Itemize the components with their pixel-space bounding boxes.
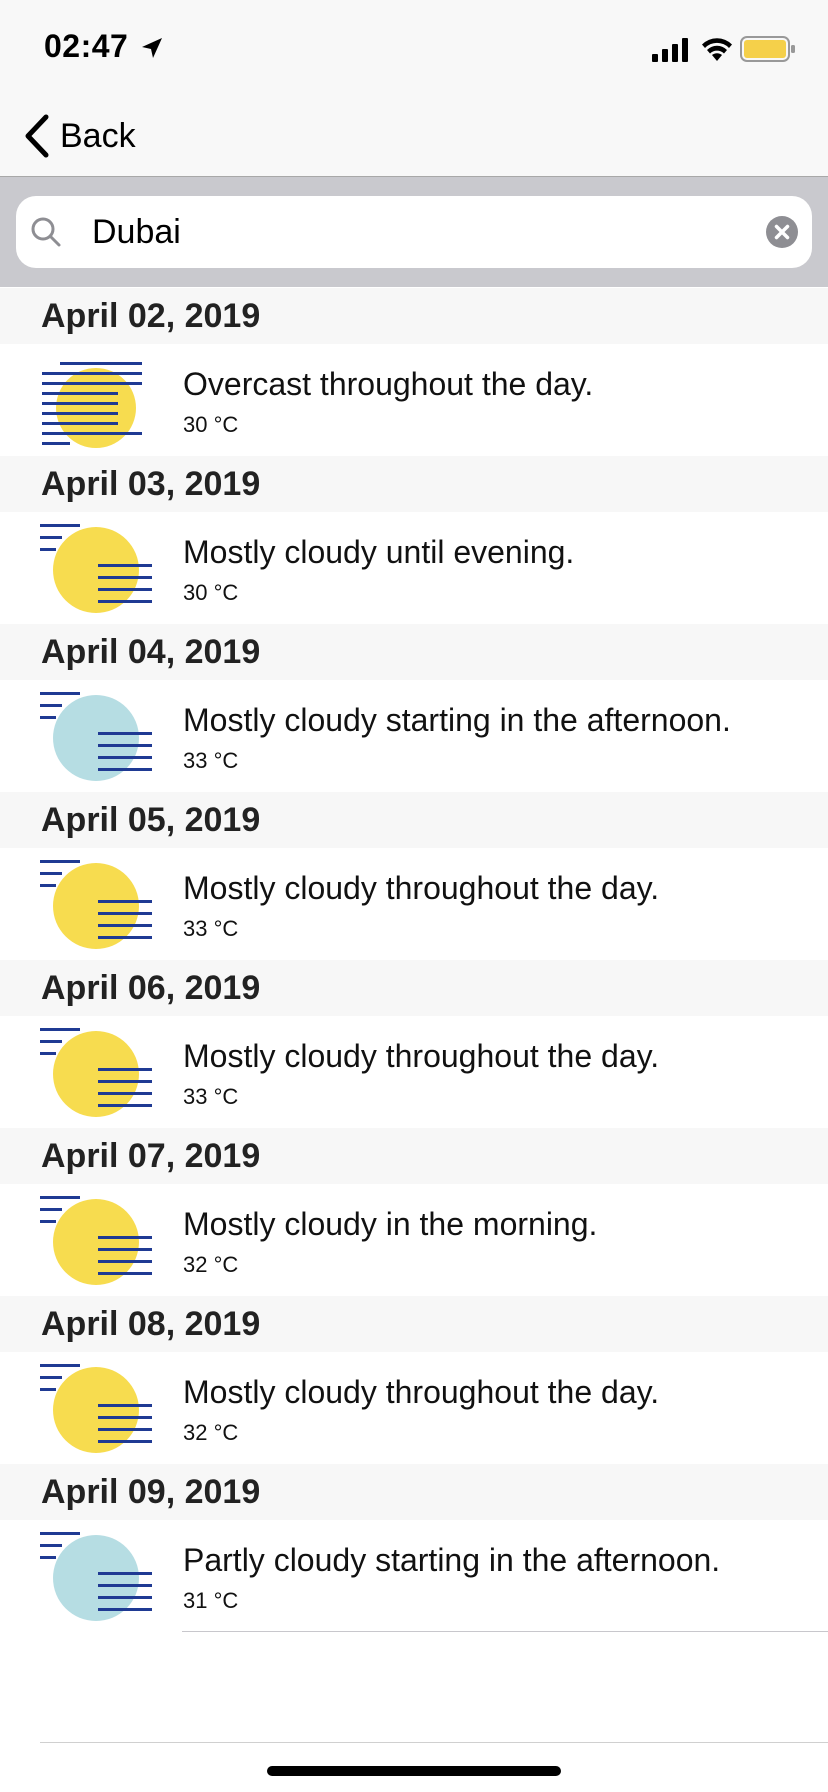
- forecast-summary: Overcast throughout the day.: [183, 366, 594, 402]
- section-header-date: April 02, 2019: [0, 288, 828, 344]
- status-bar: 02:47: [0, 0, 828, 100]
- row-separator: [182, 1631, 828, 1632]
- wifi-icon: [702, 38, 732, 61]
- home-indicator[interactable]: [267, 1766, 561, 1776]
- forecast-temperature: 30 °C: [183, 580, 239, 605]
- magnifier-icon: [31, 217, 61, 247]
- forecast-temperature: 32 °C: [183, 1252, 239, 1277]
- forecast-row[interactable]: Partly cloudy starting in the afternoon.…: [0, 1520, 828, 1632]
- forecast-temperature: 30 °C: [183, 412, 239, 437]
- forecast-temperature: 31 °C: [183, 1588, 239, 1613]
- section-header-date: April 05, 2019: [0, 792, 828, 848]
- location-arrow-icon: [142, 38, 162, 58]
- forecast-summary: Mostly cloudy throughout the day.: [183, 1374, 660, 1410]
- forecast-temperature: 33 °C: [183, 916, 239, 941]
- search-input[interactable]: [76, 208, 752, 256]
- partly-cloudy-night-icon: [40, 1532, 152, 1621]
- forecast-summary: Mostly cloudy until evening.: [183, 534, 575, 570]
- forecast-list: April 02, 2019 Overcast throughout the d…: [0, 288, 828, 1632]
- forecast-summary: Mostly cloudy starting in the afternoon.: [183, 702, 731, 738]
- partly-sunny-icon: [40, 1196, 152, 1285]
- forecast-row[interactable]: Mostly cloudy until evening. 30 °C: [0, 512, 828, 624]
- forecast-row[interactable]: Mostly cloudy throughout the day. 33 °C: [0, 1016, 828, 1128]
- forecast-row[interactable]: Mostly cloudy starting in the afternoon.…: [0, 680, 828, 792]
- chevron-left-icon: [25, 114, 49, 158]
- search-field[interactable]: [16, 196, 812, 268]
- partly-cloudy-night-icon: [40, 692, 152, 781]
- section-header-date: April 07, 2019: [0, 1128, 828, 1184]
- search-bar: [0, 177, 828, 287]
- forecast-temperature: 32 °C: [183, 1420, 239, 1445]
- partly-sunny-icon: [40, 1364, 152, 1453]
- section-header-date: April 08, 2019: [0, 1296, 828, 1352]
- forecast-summary: Mostly cloudy throughout the day.: [183, 1038, 660, 1074]
- forecast-temperature: 33 °C: [183, 748, 239, 773]
- forecast-row[interactable]: Mostly cloudy throughout the day. 32 °C: [0, 1352, 828, 1464]
- partly-sunny-icon: [40, 524, 152, 613]
- partly-sunny-icon: [40, 860, 152, 949]
- forecast-temperature: 33 °C: [183, 1084, 239, 1109]
- forecast-row[interactable]: Mostly cloudy in the morning. 32 °C: [0, 1184, 828, 1296]
- back-label: Back: [60, 116, 136, 155]
- forecast-row[interactable]: Mostly cloudy throughout the day. 33 °C: [0, 848, 828, 960]
- section-header-date: April 09, 2019: [0, 1464, 828, 1520]
- status-time: 02:47: [44, 28, 129, 64]
- clear-circle-icon[interactable]: [766, 216, 798, 248]
- section-header-date: April 03, 2019: [0, 456, 828, 512]
- back-button[interactable]: Back: [22, 108, 136, 164]
- bottom-divider: [40, 1742, 828, 1743]
- forecast-row[interactable]: Overcast throughout the day. 30 °C: [0, 344, 828, 456]
- navigation-bar: Back: [0, 100, 828, 177]
- overcast-icon: [42, 362, 142, 448]
- battery-icon: [740, 36, 795, 62]
- section-header-date: April 06, 2019: [0, 960, 828, 1016]
- forecast-summary: Partly cloudy starting in the afternoon.: [183, 1542, 721, 1578]
- cellular-signal-icon: [652, 38, 688, 62]
- section-header-date: April 04, 2019: [0, 624, 828, 680]
- partly-sunny-icon: [40, 1028, 152, 1117]
- forecast-summary: Mostly cloudy throughout the day.: [183, 870, 660, 906]
- forecast-summary: Mostly cloudy in the morning.: [183, 1206, 598, 1242]
